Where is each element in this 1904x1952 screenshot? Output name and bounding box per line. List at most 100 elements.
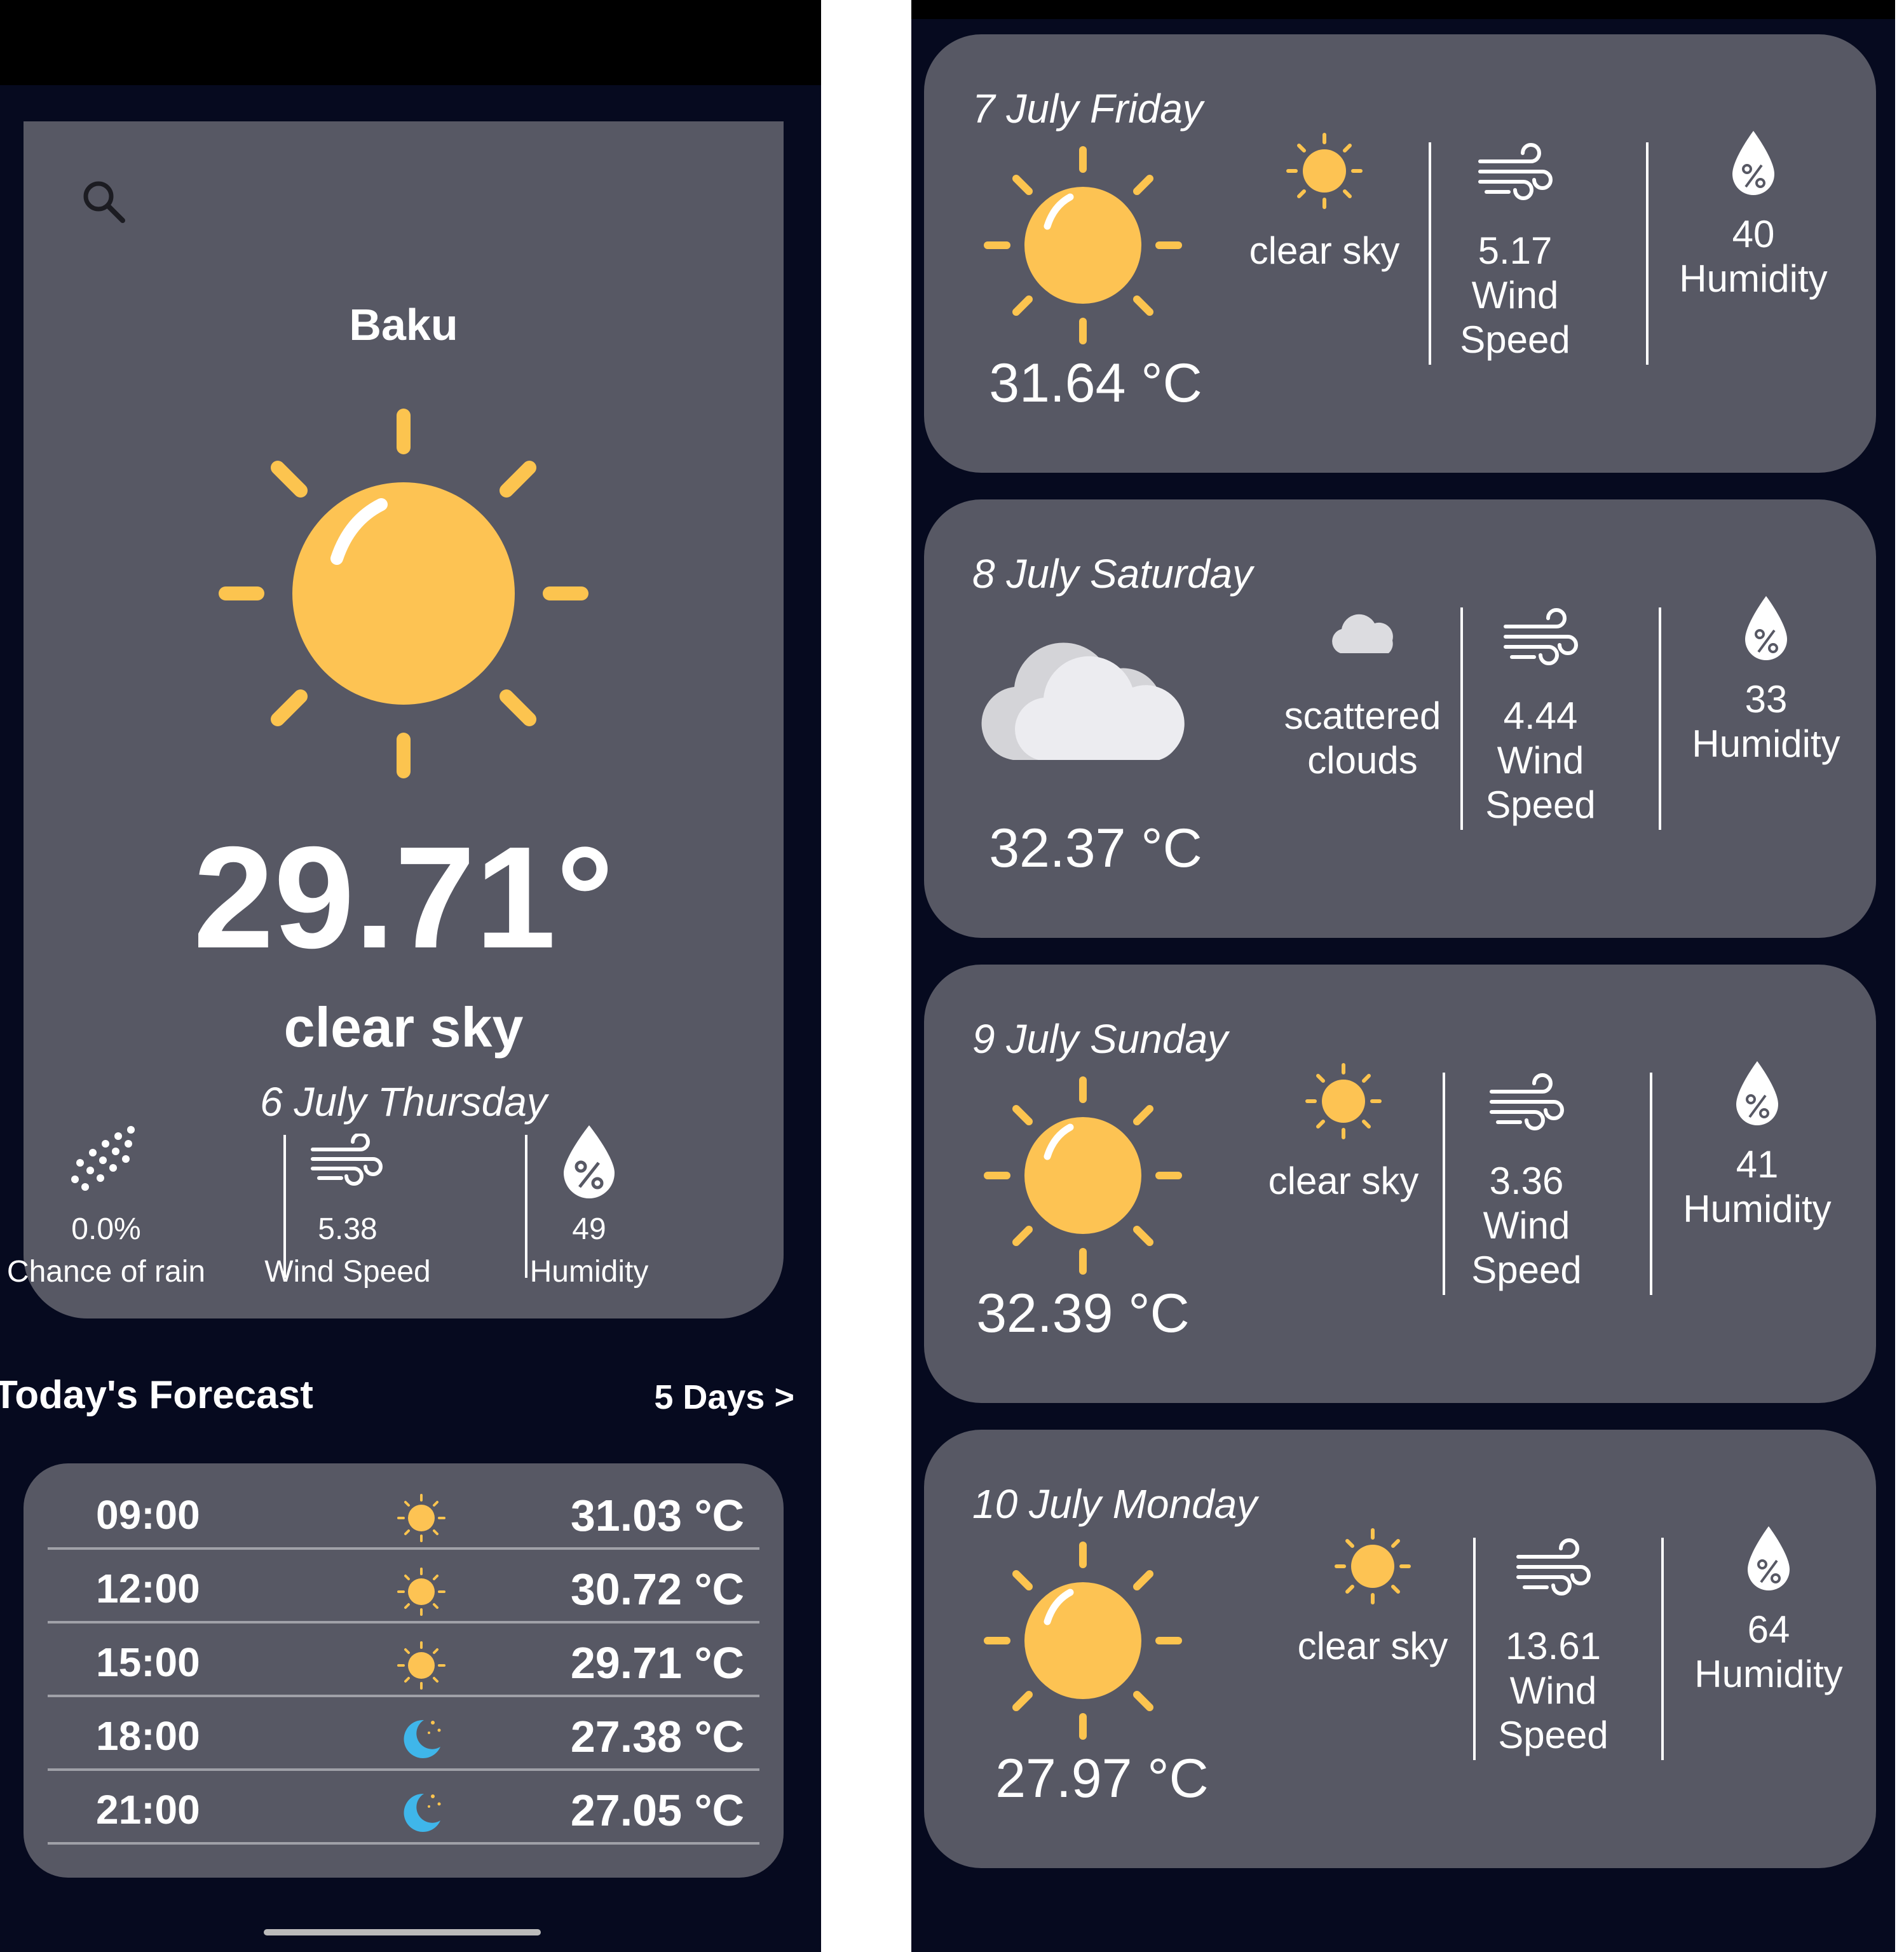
humidity-value: 49 [572, 1212, 606, 1246]
wind-label: Wind Speed [264, 1255, 431, 1289]
day-forecast-card[interactable]: 10 July Monday 27.97 °C clear sky 13.61 … [924, 1430, 1876, 1868]
day-date: 8 July Saturday [972, 551, 1253, 597]
sun-icon [397, 1568, 445, 1616]
wind-icon [1504, 608, 1578, 665]
hour-time: 15:00 [96, 1639, 200, 1685]
day-description: clear sky [1249, 229, 1400, 272]
humidity-column: 41 Humidity [1659, 1054, 1856, 1231]
wind-label: Wind Speed [1498, 1669, 1608, 1756]
sun-icon [1305, 1063, 1382, 1139]
city-name: Baku [349, 300, 458, 349]
wind-label: Wind Speed [1460, 274, 1570, 361]
wind-icon [1490, 1073, 1564, 1130]
divider [1460, 607, 1463, 830]
wind-value: 4.44 [1503, 695, 1578, 737]
sun-icon [219, 409, 588, 778]
day-forecast-card[interactable]: 8 July Saturday 32.37 °C scattered cloud… [924, 499, 1876, 938]
condition-column: clear sky [1242, 130, 1407, 273]
wind-value: 3.36 [1489, 1160, 1564, 1202]
status-bar [0, 0, 821, 85]
hourly-forecast-card: 09:00 31.03 °C 12:00 30.72 °C 15:00 29.7… [24, 1463, 784, 1878]
humidity-column: 40 Humidity [1655, 123, 1852, 301]
humidity-icon [1736, 1061, 1778, 1125]
rain-value: 0.0% [71, 1212, 141, 1246]
day-date: 7 July Friday [972, 86, 1203, 132]
sun-icon [1286, 133, 1363, 209]
wind-value: 5.17 [1478, 229, 1553, 272]
humidity-label: Humidity [1692, 722, 1840, 765]
hour-temperature: 30.72 °C [570, 1564, 744, 1614]
hour-temperature: 29.71 °C [570, 1638, 744, 1688]
humidity-label: Humidity [1694, 1653, 1843, 1695]
humidity-icon [564, 1125, 615, 1198]
hourly-row: 09:00 31.03 °C [48, 1474, 759, 1550]
wind-value: 5.38 [318, 1212, 377, 1246]
condition-column: clear sky [1261, 1060, 1426, 1203]
hour-temperature: 27.38 °C [570, 1712, 744, 1761]
condition-column: scattered clouds [1267, 595, 1458, 783]
cloud-icon [981, 642, 1185, 760]
sun-icon [397, 1641, 445, 1690]
humidity-icon [1745, 596, 1787, 660]
wind-column: 4.44 Wind Speed [1471, 595, 1610, 827]
current-weather-card: Baku 29.71° clear sky 6 July Thursday 0.… [7, 121, 784, 1318]
rain-label: Chance of rain [6, 1255, 206, 1289]
search-icon [83, 181, 125, 223]
divider [1646, 142, 1649, 365]
hour-time: 09:00 [96, 1492, 200, 1538]
divider [1650, 1073, 1652, 1295]
today-screen: Baku 29.71° clear sky 6 July Thursday 0.… [0, 0, 821, 1952]
status-bar [911, 0, 1895, 19]
day-temperature: 32.37 °C [989, 818, 1202, 879]
wind-label: Wind Speed [1485, 739, 1596, 826]
divider [1429, 142, 1431, 365]
five-day-screen: 7 July Friday 31.64 °C clear sky 5.17 Wi… [911, 0, 1895, 1952]
sun-icon [1335, 1528, 1411, 1604]
hour-time: 18:00 [96, 1713, 200, 1759]
day-date: 9 July Sunday [972, 1016, 1228, 1062]
moon-icon [404, 1793, 441, 1832]
five-days-link[interactable]: 5 Days > [654, 1378, 794, 1417]
wind-icon [311, 1134, 383, 1186]
humidity-value: 33 [1744, 678, 1788, 721]
current-date: 6 July Thursday [260, 1079, 547, 1125]
hour-temperature: 31.03 °C [570, 1491, 744, 1540]
humidity-icon [1748, 1526, 1790, 1590]
sun-icon [984, 1542, 1182, 1740]
day-forecast-card[interactable]: 9 July Sunday 32.39 °C clear sky 3.36 Wi… [924, 965, 1876, 1403]
divider [1659, 607, 1661, 830]
sun-icon [984, 146, 1182, 344]
wind-column: 13.61 Wind Speed [1483, 1525, 1623, 1758]
day-forecast-card[interactable]: 7 July Friday 31.64 °C clear sky 5.17 Wi… [924, 34, 1876, 473]
condition-column: clear sky [1290, 1525, 1455, 1669]
day-temperature: 27.97 °C [995, 1748, 1209, 1809]
todays-forecast-heading: Today's Forecast [0, 1373, 313, 1417]
day-temperature: 32.39 °C [976, 1283, 1190, 1344]
home-indicator[interactable] [264, 1929, 541, 1935]
cloud-icon [1332, 614, 1393, 653]
humidity-stat: 49 Humidity [468, 1121, 710, 1295]
wind-column: 3.36 Wind Speed [1457, 1060, 1596, 1292]
wind-column: 5.17 Wind Speed [1445, 130, 1585, 362]
sun-icon [984, 1076, 1182, 1275]
humidity-value: 40 [1732, 213, 1775, 255]
hour-time: 21:00 [96, 1787, 200, 1833]
humidity-icon [1732, 131, 1774, 195]
humidity-column: 33 Humidity [1668, 588, 1865, 766]
wind-icon [1516, 1538, 1591, 1596]
wind-value: 13.61 [1505, 1625, 1601, 1667]
wind-label: Wind Speed [1471, 1204, 1582, 1291]
rain-stat: 0.0% Chance of rain [0, 1121, 227, 1295]
weather-description: clear sky [283, 996, 524, 1059]
sun-icon [397, 1494, 445, 1542]
hour-temperature: 27.05 °C [570, 1786, 744, 1835]
moon-icon [404, 1719, 441, 1758]
search-button[interactable] [74, 172, 138, 236]
wind-stat: 5.38 Wind Speed [227, 1121, 468, 1295]
humidity-label: Humidity [1683, 1188, 1832, 1230]
humidity-column: 64 Humidity [1670, 1519, 1867, 1697]
day-description: scattered clouds [1284, 695, 1441, 782]
day-date: 10 July Monday [972, 1481, 1258, 1527]
day-description: clear sky [1297, 1625, 1448, 1667]
divider [1661, 1538, 1664, 1760]
